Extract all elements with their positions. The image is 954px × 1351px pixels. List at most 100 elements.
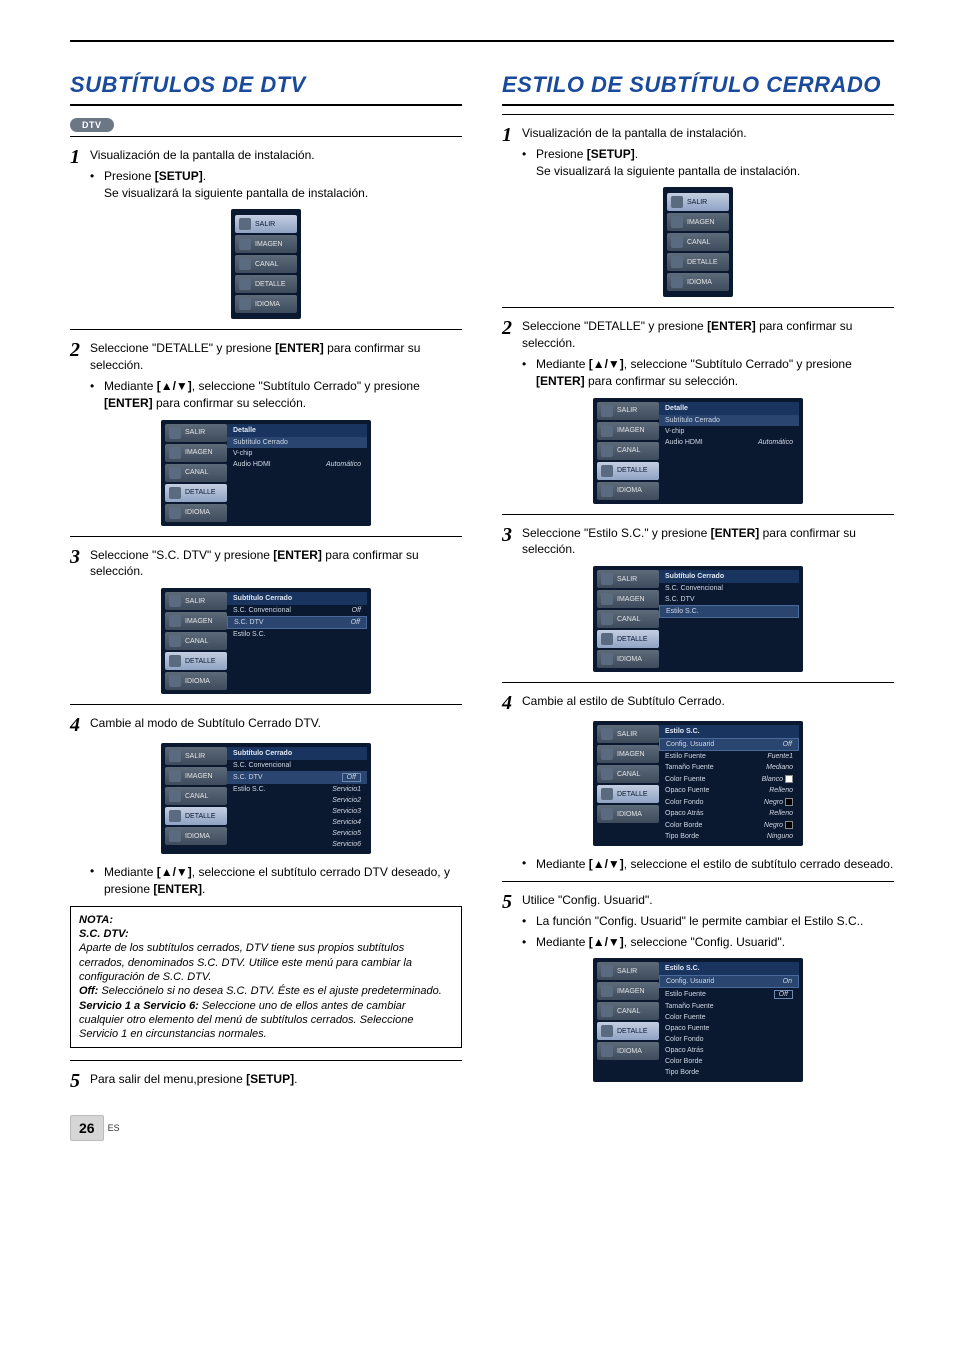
note-body: Servicio 1 a Servicio 6: Seleccione uno … (79, 999, 453, 1042)
page-lang: ES (108, 1123, 120, 1133)
menu-item: IMAGEN (597, 422, 659, 440)
step-3: 3 Seleccione "S.C. DTV" y presione [ENTE… (70, 547, 462, 581)
divider (502, 307, 894, 308)
panel-row: Servicio3 (227, 806, 367, 817)
bullet-icon: • (90, 864, 98, 898)
note-heading: NOTA: (79, 913, 453, 927)
step-1: 1 Visualización de la pantalla de instal… (502, 125, 894, 179)
menu-item: DETALLE (597, 785, 659, 803)
step-number: 5 (502, 892, 516, 912)
panel-header: Subtítulo Cerrado (659, 570, 799, 583)
menu-item: CANAL (597, 765, 659, 783)
panel-row: Tipo BordeNinguno (659, 831, 799, 842)
panel-row: Tamaño Fuente (659, 1001, 799, 1012)
bullet-text: Mediante [▲/▼], seleccione "Subtítulo Ce… (104, 378, 462, 412)
step-text: Visualización de la pantalla de instalac… (90, 148, 315, 162)
step-text: Visualización de la pantalla de instalac… (522, 126, 747, 140)
menu-item: CANAL (597, 610, 659, 628)
bullet-icon: • (90, 378, 98, 412)
divider (502, 682, 894, 683)
panel-row: Estilo S.C.Servicio1 (227, 784, 367, 795)
step-number: 2 (70, 340, 84, 360)
menu-screenshot-2: SALIR IMAGEN CANAL DETALLE IDIOMA Detall… (502, 398, 894, 504)
divider (70, 704, 462, 705)
menu-item: CANAL (667, 233, 729, 251)
step-number: 2 (502, 318, 516, 338)
panel-row: Servicio4 (227, 817, 367, 828)
step-text: Cambie al modo de Subtítulo Cerrado DTV. (90, 715, 462, 732)
menu-screenshot-4: SALIR IMAGEN CANAL DETALLE IDIOMA Subtít… (70, 743, 462, 854)
menu-item: DETALLE (235, 275, 297, 293)
divider (70, 536, 462, 537)
menu-icon (239, 258, 251, 270)
left-title: SUBTÍTULOS DE DTV (70, 72, 462, 98)
step-4: 4 Cambie al estilo de Subtítulo Cerrado. (502, 693, 894, 713)
right-column: ESTILO DE SUBTÍTULO CERRADO 1 Visualizac… (502, 72, 894, 1095)
menu-screenshot-5: SALIR IMAGEN CANAL DETALLE IDIOMA Estilo… (502, 958, 894, 1082)
panel-row: Color FondoNegro (659, 796, 799, 808)
bullet-icon: • (522, 913, 530, 930)
bullet-text: La función "Config. Usuarid" le permite … (536, 913, 894, 930)
panel-row: Estilo FuenteFuente1 (659, 751, 799, 762)
divider (70, 104, 462, 106)
menu-icon (239, 298, 251, 310)
menu-item: IDIOMA (235, 295, 297, 313)
step-text: Seleccione "Estilo S.C." y presione [ENT… (522, 525, 894, 559)
menu-item: IDIOMA (165, 504, 227, 522)
menu-screenshot-3: SALIR IMAGEN CANAL DETALLE IDIOMA Subtít… (502, 566, 894, 672)
note-box: NOTA: S.C. DTV: Aparte de los subtítulos… (70, 906, 462, 1049)
menu-item: IDIOMA (597, 482, 659, 500)
menu-item: IMAGEN (165, 612, 227, 630)
menu-screenshot-2: SALIR IMAGEN CANAL DETALLE IDIOMA Detall… (70, 420, 462, 526)
menu-item: SALIR (235, 215, 297, 233)
page-number-value: 26 (70, 1115, 104, 1141)
menu-item: CANAL (165, 632, 227, 650)
page-number: 26 ES (70, 1115, 894, 1141)
menu-item: SALIR (597, 402, 659, 420)
panel-row: V-chip (659, 426, 799, 437)
panel-row: Config. UsuaridOff (659, 738, 799, 751)
menu-screenshot-1: SALIR IMAGEN CANAL DETALLE IDIOMA (70, 209, 462, 319)
menu-item: IMAGEN (235, 235, 297, 253)
panel-row: S.C. DTVOff (227, 771, 367, 784)
step-text: Seleccione "S.C. DTV" y presione [ENTER]… (90, 547, 462, 581)
two-column-layout: SUBTÍTULOS DE DTV DTV 1 Visualización de… (70, 72, 894, 1095)
menu-icon (239, 238, 251, 250)
bullet-icon: • (90, 168, 98, 202)
menu-item: CANAL (165, 787, 227, 805)
panel-row: Estilo FuenteOff (659, 988, 799, 1001)
panel-row: Opaco Atrás (659, 1045, 799, 1056)
menu-screenshot-4: SALIR IMAGEN CANAL DETALLE IDIOMA Estilo… (502, 721, 894, 846)
step-number: 3 (502, 525, 516, 545)
menu-item: DETALLE (667, 253, 729, 271)
right-title: ESTILO DE SUBTÍTULO CERRADO (502, 72, 894, 98)
step-5: 5 Para salir del menu,presione [SETUP]. (70, 1071, 462, 1091)
menu-item: SALIR (165, 592, 227, 610)
note-body: Aparte de los subtítulos cerrados, DTV t… (79, 941, 453, 984)
panel-row: Config. UsuaridOn (659, 975, 799, 988)
menu-item: SALIR (597, 725, 659, 743)
panel-header: Detalle (659, 402, 799, 415)
step-2: 2 Seleccione "DETALLE" y presione [ENTER… (502, 318, 894, 389)
bullet-icon: • (522, 934, 530, 951)
menu-screenshot-3: SALIR IMAGEN CANAL DETALLE IDIOMA Subtít… (70, 588, 462, 694)
panel-row: Opaco Fuente (659, 1023, 799, 1034)
step-number: 5 (70, 1071, 84, 1091)
step-number: 4 (502, 693, 516, 713)
dtv-badge: DTV (70, 118, 114, 132)
panel-row: V-chip (227, 448, 367, 459)
step-4: 4 Cambie al modo de Subtítulo Cerrado DT… (70, 715, 462, 735)
divider (502, 514, 894, 515)
menu-item: SALIR (165, 747, 227, 765)
divider (70, 136, 462, 137)
panel-row: Color Borde (659, 1056, 799, 1067)
menu-item: DETALLE (597, 630, 659, 648)
menu-item: IDIOMA (165, 672, 227, 690)
menu-item: IMAGEN (597, 745, 659, 763)
step-5: 5 Utilice "Config. Usuarid". • La funció… (502, 892, 894, 950)
menu-item: SALIR (597, 962, 659, 980)
bullet-icon: • (522, 356, 530, 390)
panel-header: Subtítulo Cerrado (227, 747, 367, 760)
menu-item: IMAGEN (165, 444, 227, 462)
panel-header: Estilo S.C. (659, 725, 799, 738)
